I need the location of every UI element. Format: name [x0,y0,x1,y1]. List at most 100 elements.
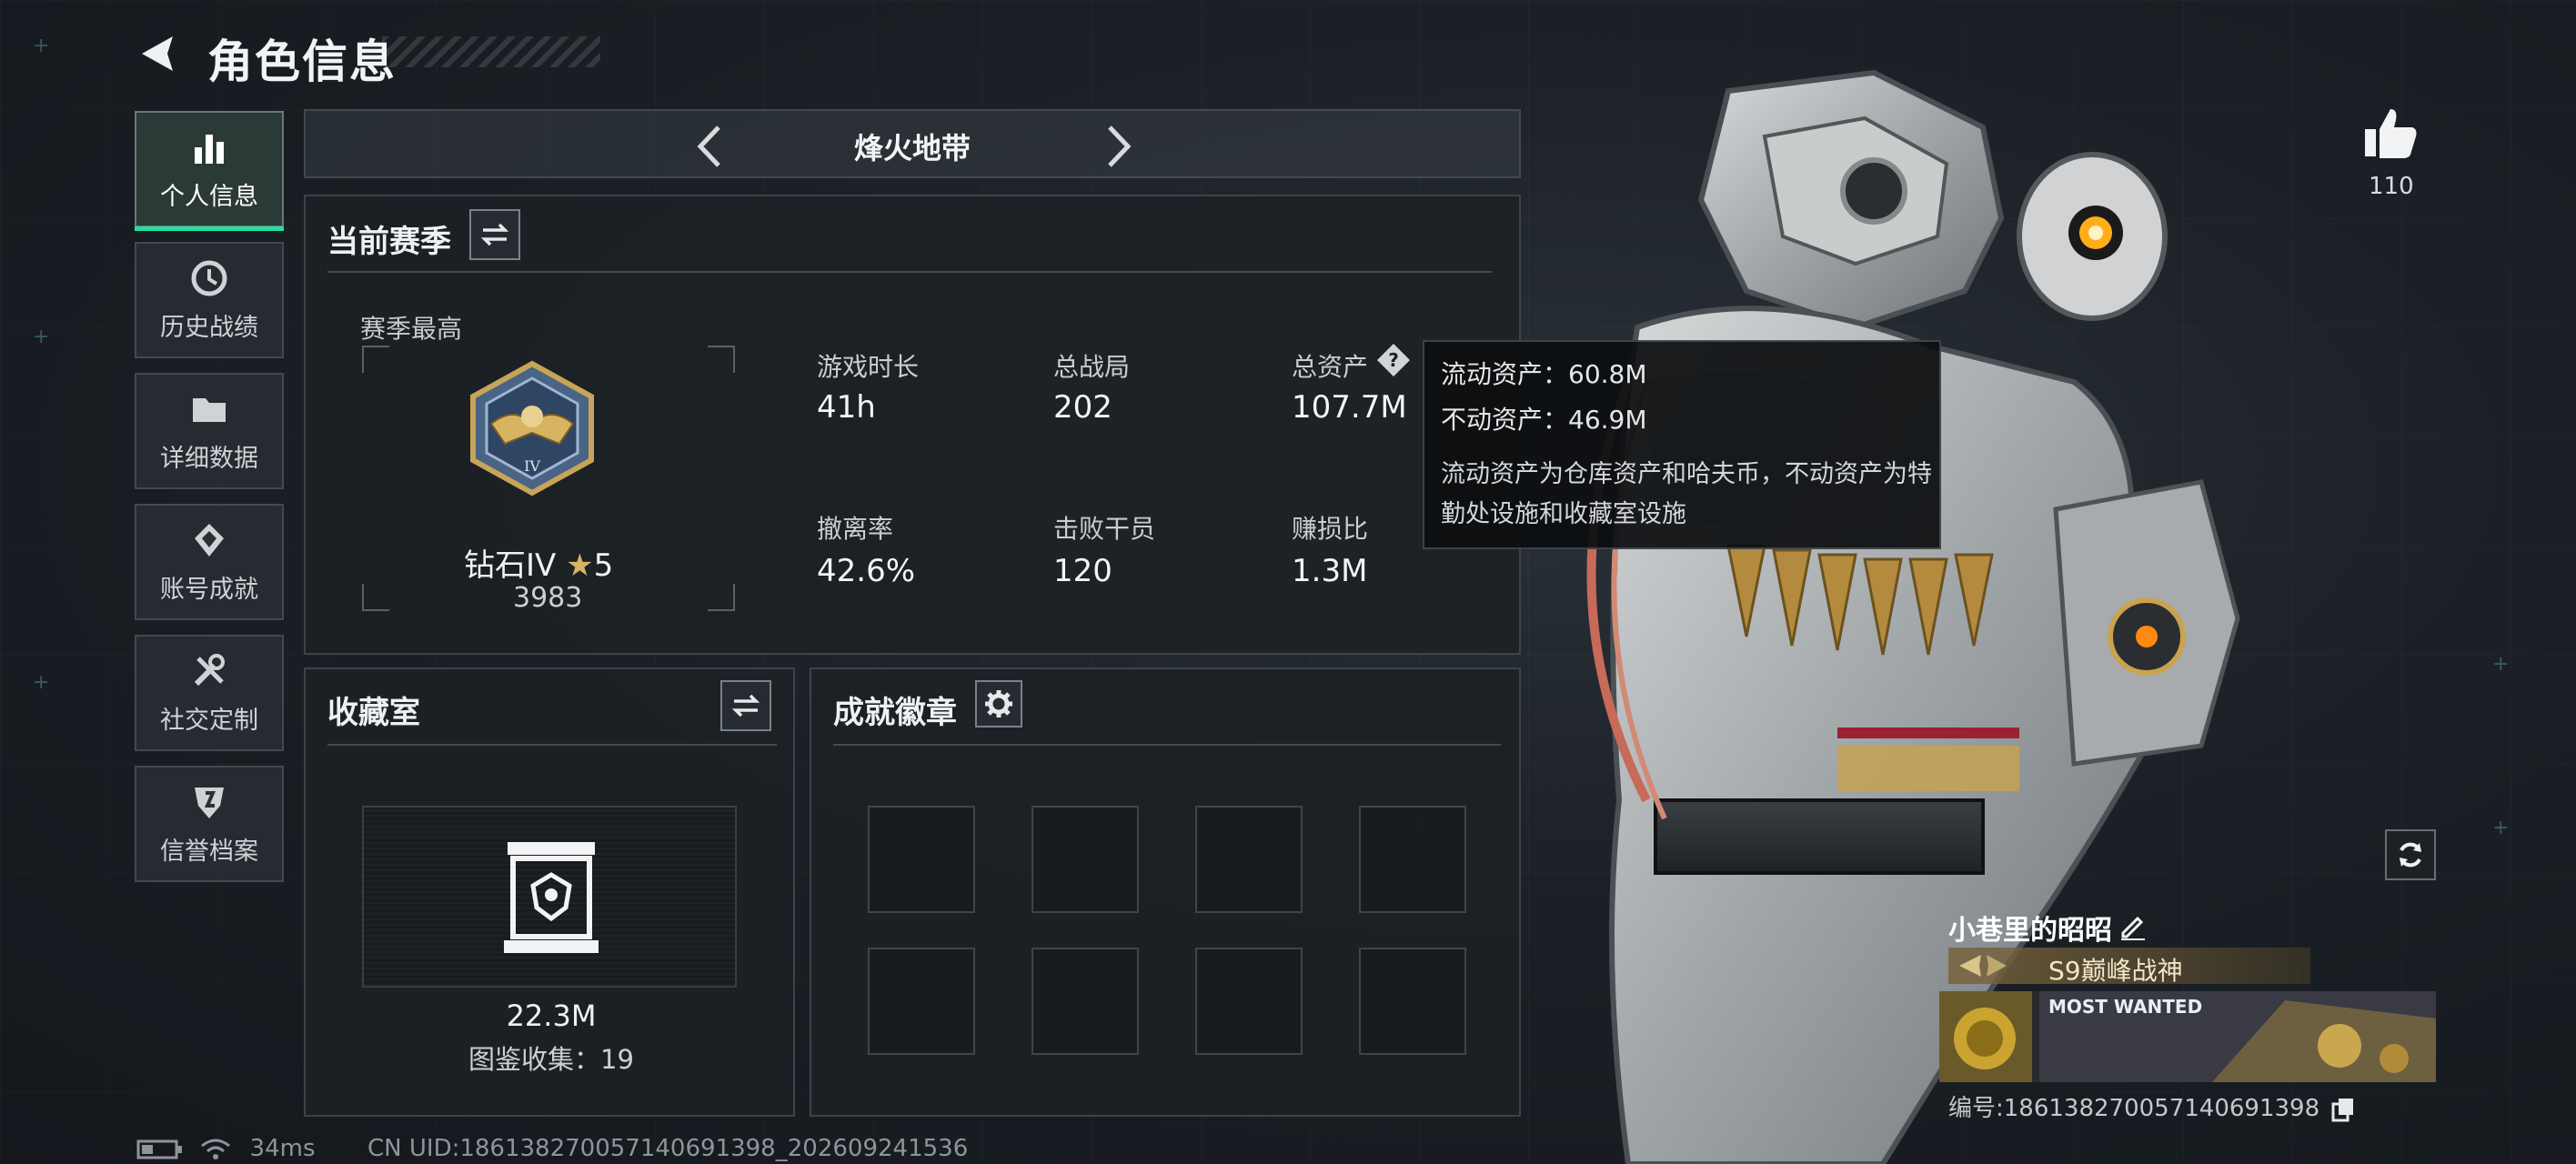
frame-corner [708,584,735,611]
wings-icon [1959,955,2007,977]
badge-slot[interactable] [1359,948,1466,1055]
player-id: 编号:1861382700571406913​98 [1948,1089,2356,1123]
sidebar-item-label: 账号成就 [160,575,258,604]
rank-name-text: 钻石IV [464,547,557,584]
copy-icon[interactable] [2330,1097,2356,1122]
crosshair-decoration: + [33,671,50,694]
stat-value: 202 [1053,389,1112,426]
crosshair-decoration: + [2492,817,2510,839]
bar-chart-icon [189,127,229,167]
collection-title: 收藏室 [327,695,420,731]
achievement-settings-button[interactable] [975,680,1022,728]
season-title: 当前赛季 [327,224,451,260]
sidebar-item-label: 历史战绩 [160,313,258,342]
sidebar-item-detailed-data[interactable]: 详细数据 [135,373,284,489]
frame-corner [362,584,389,611]
sidebar-item-label: 信誉档案 [160,837,258,866]
stat-value: 107.7M [1292,389,1407,426]
page-title: 角色信息 [207,35,397,88]
stat-label: 游戏时长 [817,352,920,382]
gear-icon [985,690,1012,717]
sidebar-item-history[interactable]: 历史战绩 [135,242,284,358]
medal-icon [189,520,229,560]
achievement-badges-panel: 成就徽章 [810,667,1521,1117]
achievements-title: 成就徽章 [833,695,957,731]
crosshair-decoration: + [2492,653,2510,676]
player-name: 小巷里的昭昭 [1948,915,2112,947]
like-count: 110 [2369,173,2414,200]
stat-label: 击败干员 [1053,514,1156,544]
swap-icon [480,223,509,246]
uid-text: CN UID:186138270057140691398_20260924153… [367,1135,969,1162]
assets-description: 流动资产为仓库资产和哈夫币，不动资产为特勤处设施和收藏室设施 [1441,460,1932,528]
refresh-icon [2400,842,2421,868]
collection-count: 图鉴收集：19 [468,1044,634,1075]
stat-value: 41h [817,389,876,426]
tools-icon [189,651,229,691]
collection-panel[interactable]: 收藏室 22.3M 图鉴收集：19 [304,667,795,1117]
folder-icon [189,389,229,429]
divider [327,271,1492,273]
sidebar-item-personal-info[interactable]: 个人信息 [135,111,284,231]
badge-slot[interactable] [1031,806,1139,913]
latency-text: 34ms [249,1135,316,1162]
sidebar-item-credit-record[interactable]: 信誉档案 [135,766,284,882]
rank-badge-icon: IV [470,360,594,497]
stat-label: 撤离率 [817,514,894,544]
title-decoration [382,36,600,67]
battery-icon [136,1139,182,1159]
player-title: S9巅峰战神 [2048,956,2183,986]
frame-corner [362,346,389,373]
badge-slot[interactable] [868,948,975,1055]
stat-label: 赚损比 [1292,514,1369,544]
refresh-button[interactable] [2385,829,2436,880]
history-icon [189,258,229,298]
rank-name: 钻石IV ★5 [464,540,613,585]
current-season-panel: 当前赛季 赛季最高 IV 钻石IV ★5 3983 游戏时长 41h 总战局 2… [304,195,1521,655]
player-title-badge: S9巅峰战神 [1948,948,2310,986]
fixed-assets-text: 不动资产：46.9M [1441,405,1647,435]
wifi-icon [201,1139,231,1159]
divider [327,744,777,746]
badge-slot[interactable] [868,806,975,913]
collection-value: 22.3M [506,998,597,1033]
banner-text: MOST WANTED [2048,996,2202,1018]
sidebar-item-label: 个人信息 [160,182,258,211]
rank-score: 3983 [513,582,583,614]
svg-text:IV: IV [524,457,540,475]
sidebar-item-achievements[interactable]: 账号成就 [135,504,284,620]
divider [833,744,1501,746]
badge-slot[interactable] [1359,806,1466,913]
stat-value: 42.6% [817,553,916,589]
banner-image: MOST WANTED [1939,991,2436,1082]
rank-stars: 5 [593,547,614,584]
sidebar-item-label: 详细数据 [160,444,258,473]
season-switch-button[interactable] [469,209,520,260]
badge-slot[interactable] [1195,806,1303,913]
crosshair-decoration: + [33,326,50,348]
sidebar-item-label: 社交定制 [160,706,258,735]
thumbs-up-icon[interactable] [2361,104,2420,162]
collection-switch-button[interactable] [720,680,771,731]
mode-selector: 烽火地带 [304,109,1521,178]
stat-label: 总战局 [1053,352,1131,382]
help-icon[interactable]: ? [1375,342,1412,378]
stat-value: 1.3M [1292,553,1368,589]
season-highest-label: 赛季最高 [360,314,463,344]
device-status: 34ms [136,1135,316,1162]
sidebar-item-social-customization[interactable]: 社交定制 [135,635,284,751]
edit-icon[interactable] [2118,911,2147,940]
liquid-assets-text: 流动资产：60.8M [1441,359,1647,389]
chevron-right-icon[interactable] [1101,124,1137,169]
display-case-icon [504,842,599,953]
frame-corner [708,346,735,373]
player-id-text: 编号:1861382700571406913​98 [1948,1095,2320,1122]
stat-value: 120 [1053,553,1112,589]
badge-slot[interactable] [1031,948,1139,1055]
stat-label: 总资产 [1292,352,1369,382]
back-arrow-icon[interactable] [136,31,182,76]
badge-slot[interactable] [1195,948,1303,1055]
crosshair-decoration: + [33,35,50,57]
player-banner: MOST WANTED [1939,991,2436,1082]
assets-tooltip: 流动资产：60.8M 不动资产：46.9M 流动资产为仓库资产和哈夫币，不动资产… [1423,340,1941,549]
